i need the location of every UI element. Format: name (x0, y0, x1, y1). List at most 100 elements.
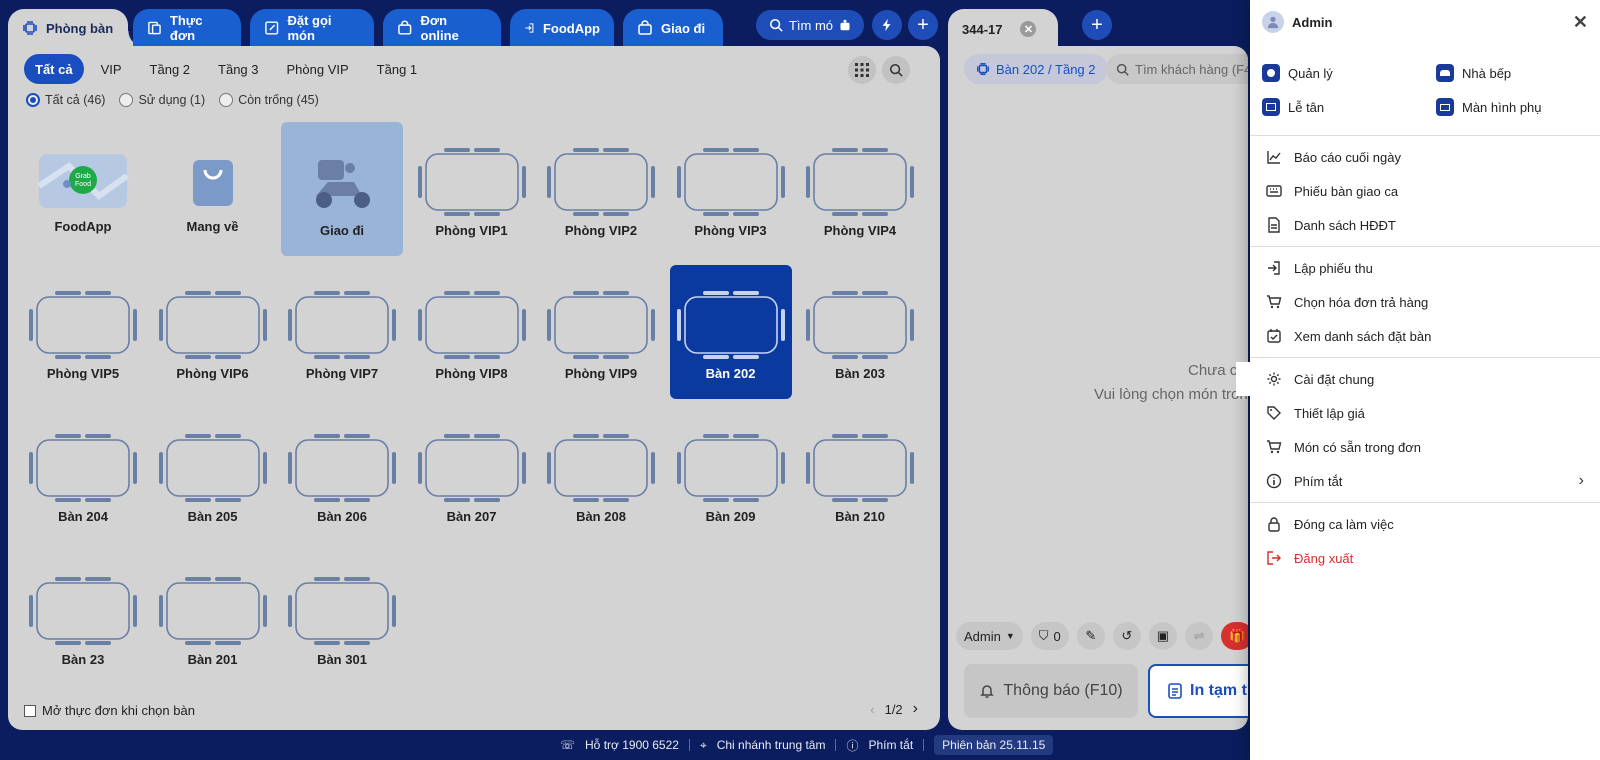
history-button[interactable]: ↺ (1112, 622, 1141, 650)
table-name: Phòng VIP5 (46, 366, 120, 381)
table-card[interactable]: Bàn 301 (281, 551, 403, 685)
table-card[interactable]: Phòng VIP4 (799, 122, 921, 256)
filter-tang-1[interactable]: Tầng 1 (366, 54, 428, 84)
tab-label: Thực đơn (169, 13, 203, 43)
notify-kitchen-button[interactable]: Thông báo (F10) (964, 664, 1138, 718)
table-card[interactable]: Phòng VIP7 (281, 265, 403, 399)
table-card[interactable]: Bàn 205 (152, 408, 274, 542)
menu-item-logout[interactable]: Đăng xuất (1250, 541, 1600, 575)
table-card[interactable]: Bàn 209 (670, 408, 792, 542)
table-shape-graphic (547, 148, 655, 216)
customer-search-input[interactable]: Tìm khách hàng (F4) (1106, 54, 1248, 84)
menu-item-shift-handover[interactable]: Phiếu bàn giao ca (1250, 174, 1600, 208)
tab-dat-goi-mon[interactable]: Đặt gọi món (250, 9, 374, 47)
guest-count-button[interactable]: ⛉ 0 (1030, 622, 1069, 650)
tab-giao-di[interactable]: Giao đi (623, 9, 723, 47)
bell-icon (980, 685, 995, 698)
table-card[interactable]: Phòng VIP2 (540, 122, 662, 256)
menu-item-close-shift[interactable]: Đóng ca làm việc (1250, 507, 1600, 541)
menu-item-receipt[interactable]: Lập phiếu thu (1250, 251, 1600, 285)
app-le-tan[interactable]: Lễ tân (1262, 98, 1324, 116)
order-location-chip[interactable]: Bàn 202 / Tầng 2 (964, 54, 1108, 84)
search-dish-button[interactable]: Tìm mó (756, 10, 864, 40)
table-card[interactable]: Phòng VIP6 (152, 265, 274, 399)
tab-don-online[interactable]: Đơn online (383, 9, 501, 47)
chart-line-icon (1267, 151, 1281, 164)
filter-tang-2[interactable]: Tầng 2 (139, 54, 201, 84)
menu-item-shortcuts[interactable]: Phím tắt › (1250, 464, 1600, 498)
next-page-icon[interactable]: › (913, 700, 918, 718)
tab-phong-ban[interactable]: Phòng bàn (8, 9, 144, 47)
reservation-button[interactable]: ▣ (1148, 622, 1178, 650)
table-card[interactable]: Bàn 207 (411, 408, 533, 542)
menu-group-settings: Cài đặt chung Thiết lập giá Món có sẵn t… (1250, 358, 1600, 503)
table-card[interactable]: Bàn 206 (281, 408, 403, 542)
table-card[interactable]: Bàn 204 (22, 408, 144, 542)
radio-in-use[interactable]: Sử dụng (1) (119, 93, 205, 107)
filter-all[interactable]: Tất cả (24, 54, 84, 84)
table-card[interactable]: Bàn 210 (799, 408, 921, 542)
edit-order-button[interactable]: ✎ (1076, 622, 1105, 650)
add-order-button[interactable]: + (1082, 10, 1112, 40)
menu-item-general-settings[interactable]: Cài đặt chung (1250, 362, 1600, 396)
table-shape-icon (158, 432, 267, 504)
table-shape-graphic (806, 291, 914, 359)
table-shape-icon (806, 432, 914, 504)
close-icon[interactable]: ✕ (1573, 12, 1588, 33)
radio-empty[interactable]: Còn trống (45) (219, 93, 319, 107)
gift-button[interactable]: 🎁 (1221, 622, 1248, 650)
table-card[interactable]: Giao đi (281, 122, 403, 256)
document-icon (1268, 217, 1280, 233)
split-order-button[interactable]: ⇌ (1185, 622, 1214, 650)
quick-action-button[interactable] (872, 10, 902, 40)
pencil-icon: ✎ (1085, 628, 1097, 643)
table-icon (23, 21, 37, 35)
menu-item-e-invoice-list[interactable]: Danh sách HĐĐT (1250, 208, 1600, 242)
add-tab-button[interactable]: + (908, 10, 938, 40)
filter-phong-vip[interactable]: Phòng VIP (276, 54, 360, 84)
table-card[interactable]: Bàn 201 (152, 551, 274, 685)
app-man-hinh-phu[interactable]: Màn hình phụ (1436, 98, 1542, 116)
support-hotline[interactable]: Hỗ trợ 1900 6522 (585, 738, 679, 752)
table-card[interactable]: Bàn 202 (669, 265, 792, 399)
table-name: Phòng VIP6 (176, 366, 249, 381)
table-card[interactable]: Phòng VIP9 (540, 265, 662, 399)
print-temp-bill-button[interactable]: In tạm tín (1148, 664, 1248, 718)
grid-view-button[interactable] (848, 56, 876, 84)
table-card[interactable]: Bàn 23 (22, 551, 144, 685)
table-card[interactable]: Phòng VIP3 (670, 122, 792, 256)
table-card[interactable]: Bàn 208 (540, 408, 662, 542)
tab-foodapp[interactable]: FoodApp (510, 9, 614, 47)
prev-page-icon[interactable]: ‹ (870, 702, 874, 717)
menu-item-preset-items[interactable]: Món có sẵn trong đơn (1250, 430, 1600, 464)
menu-item-price-setup[interactable]: Thiết lập giá (1250, 396, 1600, 430)
tab-thuc-don[interactable]: Thực đơn (133, 9, 241, 47)
table-card[interactable]: Phòng VIP8 (411, 265, 533, 399)
shortcuts-link[interactable]: Phím tắt (868, 738, 913, 752)
branch-label[interactable]: Chi nhánh trung tâm (717, 738, 826, 752)
table-card[interactable]: Phòng VIP1 (411, 122, 533, 256)
menu-item-return-invoice[interactable]: Chọn hóa đơn trả hàng (1250, 285, 1600, 319)
filter-vip[interactable]: VIP (90, 54, 133, 84)
app-nha-bep[interactable]: Nhà bếp (1436, 64, 1511, 82)
close-order-icon[interactable]: ✕ (1020, 21, 1037, 37)
table-name: Bàn 206 (317, 509, 367, 524)
table-search-button[interactable] (882, 56, 910, 84)
staff-select[interactable]: Admin ▼ (956, 622, 1023, 650)
table-shape-icon (288, 289, 396, 361)
menu-item-daily-report[interactable]: Báo cáo cuối ngày (1250, 140, 1600, 174)
table-card[interactable]: Phòng VIP5 (22, 265, 144, 399)
app-quan-ly[interactable]: Quản lý (1262, 64, 1333, 82)
radio-all[interactable]: Tất cả (46) (26, 93, 105, 107)
menu-item-reservations[interactable]: Xem danh sách đặt bàn (1250, 319, 1600, 353)
table-card[interactable]: Bàn 203 (799, 265, 921, 399)
filter-tang-3[interactable]: Tầng 3 (207, 54, 269, 84)
table-card[interactable]: Grab Food FoodApp (22, 122, 144, 256)
notify-label: Thông báo (F10) (1003, 682, 1123, 699)
open-menu-option[interactable]: Mở thực đơn khi chọn bàn (24, 703, 195, 718)
checkbox[interactable] (24, 704, 36, 717)
order-tab[interactable]: 344-17 ✕ (948, 9, 1058, 49)
table-card[interactable]: Mang về (152, 122, 274, 256)
table-name: Phòng VIP4 (823, 223, 897, 238)
history-icon: ↺ (1121, 628, 1133, 643)
